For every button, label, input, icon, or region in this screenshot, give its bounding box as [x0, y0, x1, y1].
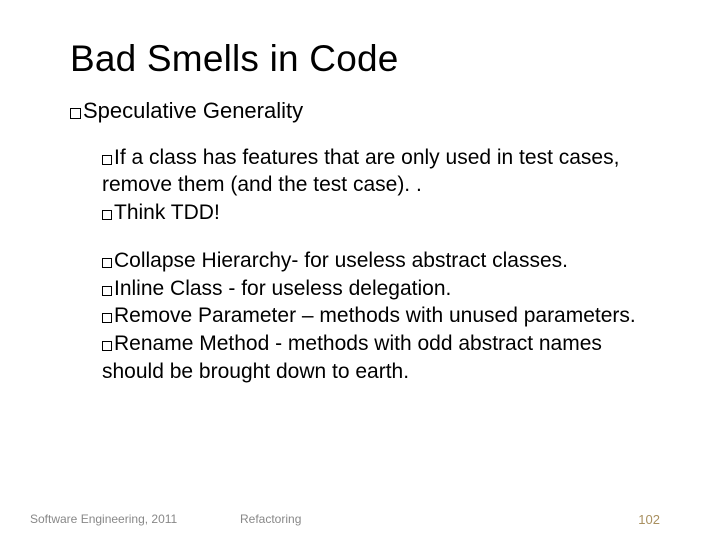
bullet-text: If a class has features that are only us…	[102, 146, 619, 197]
square-bullet-icon	[102, 341, 112, 351]
slide-number: 102	[638, 512, 660, 527]
bullet-text: Think TDD!	[114, 201, 220, 224]
bullet-level2: Remove Parameter – methods with unused p…	[102, 302, 660, 330]
bullet-text: Rename Method - methods with odd abstrac…	[102, 332, 602, 383]
slide-title: Bad Smells in Code	[70, 38, 660, 80]
square-bullet-icon	[102, 155, 112, 165]
bullet-text: Remove Parameter – methods with unused p…	[114, 304, 636, 327]
bullet-level2: Think TDD!	[102, 199, 660, 227]
bullet-group-1: If a class has features that are only us…	[70, 144, 660, 227]
footer-mid: Refactoring	[240, 512, 301, 526]
bullet-level1: Speculative Generality	[70, 96, 660, 126]
bullet-text: Collapse Hierarchy- for useless abstract…	[114, 249, 568, 272]
bullet-level2: Collapse Hierarchy- for useless abstract…	[102, 247, 660, 275]
square-bullet-icon	[102, 313, 112, 323]
bullet-level2: Rename Method - methods with odd abstrac…	[102, 330, 660, 385]
footer: Software Engineering, 2011 Refactoring 1…	[30, 512, 660, 526]
footer-left: Software Engineering, 2011	[30, 512, 177, 526]
bullet-level2: If a class has features that are only us…	[102, 144, 660, 199]
square-bullet-icon	[102, 258, 112, 268]
bullet-text: Speculative Generality	[83, 98, 303, 123]
bullet-level2: Inline Class - for useless delegation.	[102, 275, 660, 303]
bullet-group-2: Collapse Hierarchy- for useless abstract…	[70, 247, 660, 386]
bullet-text: Inline Class - for useless delegation.	[114, 277, 451, 300]
slide: Bad Smells in Code Speculative Generalit…	[0, 0, 720, 540]
square-bullet-icon	[102, 210, 112, 220]
square-bullet-icon	[70, 108, 81, 119]
square-bullet-icon	[102, 286, 112, 296]
